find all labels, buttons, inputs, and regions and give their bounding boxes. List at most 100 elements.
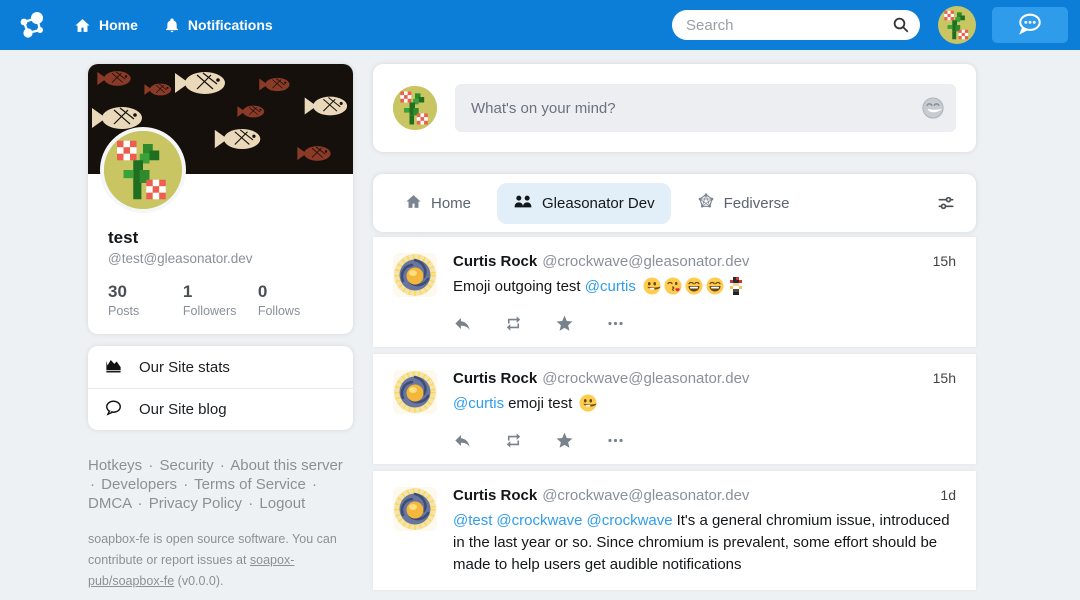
compose-card: What's on your mind? [373, 64, 976, 152]
post-timestamp[interactable]: 1d [940, 487, 956, 503]
compose-input[interactable]: What's on your mind? [455, 84, 956, 132]
nav-notifications[interactable]: Notifications [164, 17, 273, 34]
timeline: Curtis Rock @crockwave@gleasonator.dev 1… [373, 237, 976, 590]
more-icon[interactable] [606, 314, 625, 333]
post: Curtis Rock @crockwave@gleasonator.dev 1… [373, 237, 976, 347]
emoji-beaming-face-icon [685, 277, 703, 295]
separator: · [218, 457, 227, 474]
tab-label: Gleasonator Dev [542, 195, 655, 212]
profile-display-name: test [108, 228, 333, 248]
timeline-settings-icon[interactable] [936, 193, 956, 213]
footer-link[interactable]: About this server [230, 457, 343, 474]
soapbox-logo-icon[interactable] [16, 9, 48, 41]
post-author-handle: @crockwave@gleasonator.dev [542, 370, 749, 387]
post-actions [453, 314, 956, 333]
separator: · [88, 476, 97, 493]
tab-label: Home [431, 195, 471, 212]
post-timestamp[interactable]: 15h [933, 370, 956, 386]
emoji-beaming-face-icon [706, 277, 724, 295]
reply-icon[interactable] [453, 314, 472, 333]
emoji-custom-pixel-icon [727, 277, 745, 295]
profile-avatar[interactable] [100, 127, 186, 213]
more-icon[interactable] [606, 431, 625, 450]
separator: · [136, 495, 145, 512]
nav-home-label: Home [99, 17, 138, 33]
post-text: Emoji outgoing test [453, 278, 585, 295]
repost-icon[interactable] [504, 314, 523, 333]
area-chart-icon [104, 356, 123, 379]
tab-label: Fediverse [724, 195, 790, 212]
site-menu-card: Our Site stats Our Site blog [88, 346, 353, 430]
mention-link[interactable]: @curtis [585, 278, 636, 295]
menu-item-label: Our Site stats [139, 359, 230, 376]
home-icon [74, 17, 91, 34]
separator: · [181, 476, 190, 493]
fediverse-icon [697, 192, 715, 214]
post-author-handle: @crockwave@gleasonator.dev [542, 253, 749, 270]
mention-link[interactable]: @crockwave [496, 512, 582, 529]
mention-link[interactable]: @curtis [453, 395, 504, 412]
separator: · [310, 476, 319, 493]
tab-home[interactable]: Home [393, 183, 483, 224]
post-actions [453, 431, 956, 450]
post-author-name[interactable]: Curtis Rock [453, 253, 537, 270]
post-author-avatar[interactable] [393, 487, 437, 531]
search-input[interactable] [672, 10, 920, 40]
post-content: Emoji outgoing test @curtis [453, 276, 956, 298]
menu-item-label: Our Site blog [139, 401, 227, 418]
tab-fediverse[interactable]: Fediverse [685, 182, 802, 224]
top-navbar: Home Notifications [0, 0, 1080, 50]
menu-item-site-blog[interactable]: Our Site blog [88, 388, 353, 430]
profile-handle: @test@gleasonator.dev [108, 251, 333, 266]
footer-links: Hotkeys · Security · About this server ·… [88, 456, 347, 513]
footer-link[interactable]: Terms of Service [194, 476, 306, 493]
emoji-picker-button[interactable] [922, 97, 944, 119]
post-author-avatar[interactable] [393, 253, 437, 297]
footer-link[interactable]: Developers [101, 476, 177, 493]
post: Curtis Rock @crockwave@gleasonator.dev 1… [373, 471, 976, 590]
footer-link[interactable]: Privacy Policy [149, 495, 242, 512]
post-author-avatar[interactable] [393, 370, 437, 414]
separator: · [246, 495, 255, 512]
search-container [672, 10, 920, 40]
nav-home[interactable]: Home [74, 17, 138, 34]
post-author-name[interactable]: Curtis Rock [453, 370, 537, 387]
reply-icon[interactable] [453, 431, 472, 450]
mention-link[interactable]: @crockwave [587, 512, 673, 529]
timeline-tabs: Home Gleasonator Dev [373, 174, 976, 232]
footer-link[interactable]: Security [160, 457, 214, 474]
home-icon [405, 193, 422, 214]
tab-gleasonator-dev[interactable]: Gleasonator Dev [497, 183, 671, 224]
post-author-handle: @crockwave@gleasonator.dev [542, 487, 749, 504]
stat-followers[interactable]: 1 Followers [183, 282, 258, 318]
footer-about: soapbox-fe is open source software. You … [88, 529, 347, 592]
speech-bubble-icon [104, 398, 123, 421]
post-text: emoji test [508, 395, 576, 412]
compose-avatar[interactable] [393, 86, 437, 130]
footer-link[interactable]: Hotkeys [88, 457, 142, 474]
chat-button[interactable] [992, 7, 1068, 43]
nav-profile-avatar[interactable] [938, 6, 976, 44]
menu-item-site-stats[interactable]: Our Site stats [88, 346, 353, 388]
profile-card: test @test@gleasonator.dev 30 Posts 1 Fo… [88, 64, 353, 334]
post-timestamp[interactable]: 15h [933, 253, 956, 269]
post-content: @curtisemoji test [453, 393, 956, 415]
stat-follows[interactable]: 0 Follows [258, 282, 333, 318]
repost-icon[interactable] [504, 431, 523, 450]
search-icon[interactable] [892, 16, 910, 39]
about-version: (v0.0.0). [174, 574, 223, 588]
mention-link[interactable]: @test [453, 512, 492, 529]
footer-link[interactable]: DMCA [88, 495, 131, 512]
post: Curtis Rock @crockwave@gleasonator.dev 1… [373, 354, 976, 464]
star-icon[interactable] [555, 431, 574, 450]
footer-link-logout[interactable]: Logout [259, 495, 305, 512]
about-text: soapbox-fe is open source software. You … [88, 532, 337, 567]
star-icon[interactable] [555, 314, 574, 333]
post-author-name[interactable]: Curtis Rock [453, 487, 537, 504]
stat-posts[interactable]: 30 Posts [108, 282, 183, 318]
chat-bubble-icon [1017, 13, 1043, 38]
emoji-face-blowing-kiss-icon [664, 277, 682, 295]
nav-notifications-label: Notifications [188, 17, 273, 33]
separator: · [146, 457, 155, 474]
profile-stats: 30 Posts 1 Followers 0 Follows [108, 282, 333, 318]
